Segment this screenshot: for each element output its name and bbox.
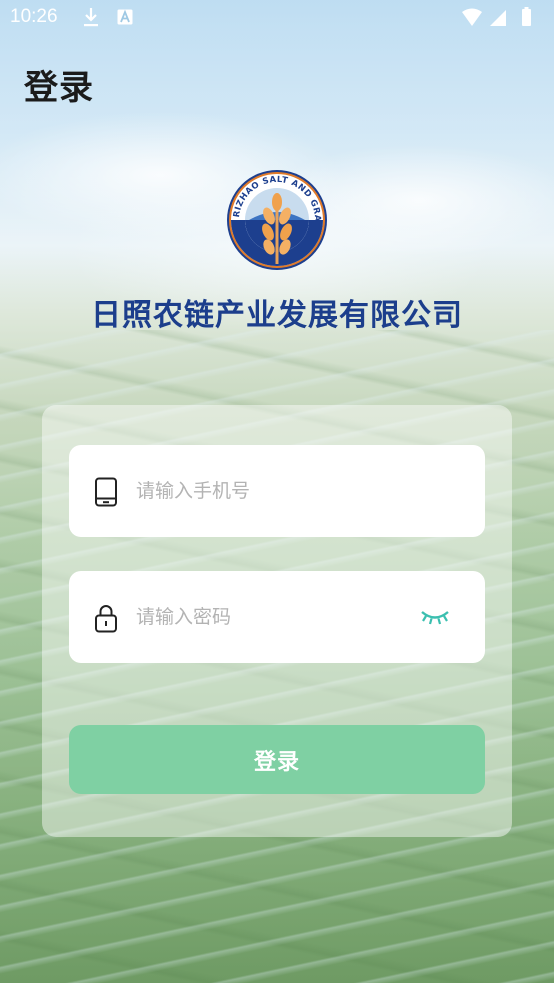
phone-field — [69, 445, 485, 537]
status-indicators — [462, 7, 531, 26]
lock-icon — [95, 605, 117, 633]
phone-input[interactable] — [136, 445, 406, 537]
login-button[interactable]: 登录 — [69, 725, 485, 794]
password-input[interactable] — [136, 571, 406, 663]
eye-closed-icon[interactable] — [419, 605, 451, 627]
status-time: 10:26 — [10, 6, 58, 27]
phone-icon — [95, 477, 117, 507]
signal-icon — [490, 10, 506, 26]
company-name: 日照农链产业发展有限公司 — [91, 298, 463, 333]
download-icon — [84, 8, 98, 27]
wifi-icon — [462, 8, 482, 26]
page-title: 登录 — [24, 68, 94, 108]
font-a-icon — [117, 9, 133, 25]
battery-icon — [522, 9, 531, 26]
company-logo: RIZHAO SALT AND GRAIN — [225, 166, 327, 270]
password-field — [69, 571, 485, 663]
status-bar: 10:26 — [0, 0, 554, 36]
